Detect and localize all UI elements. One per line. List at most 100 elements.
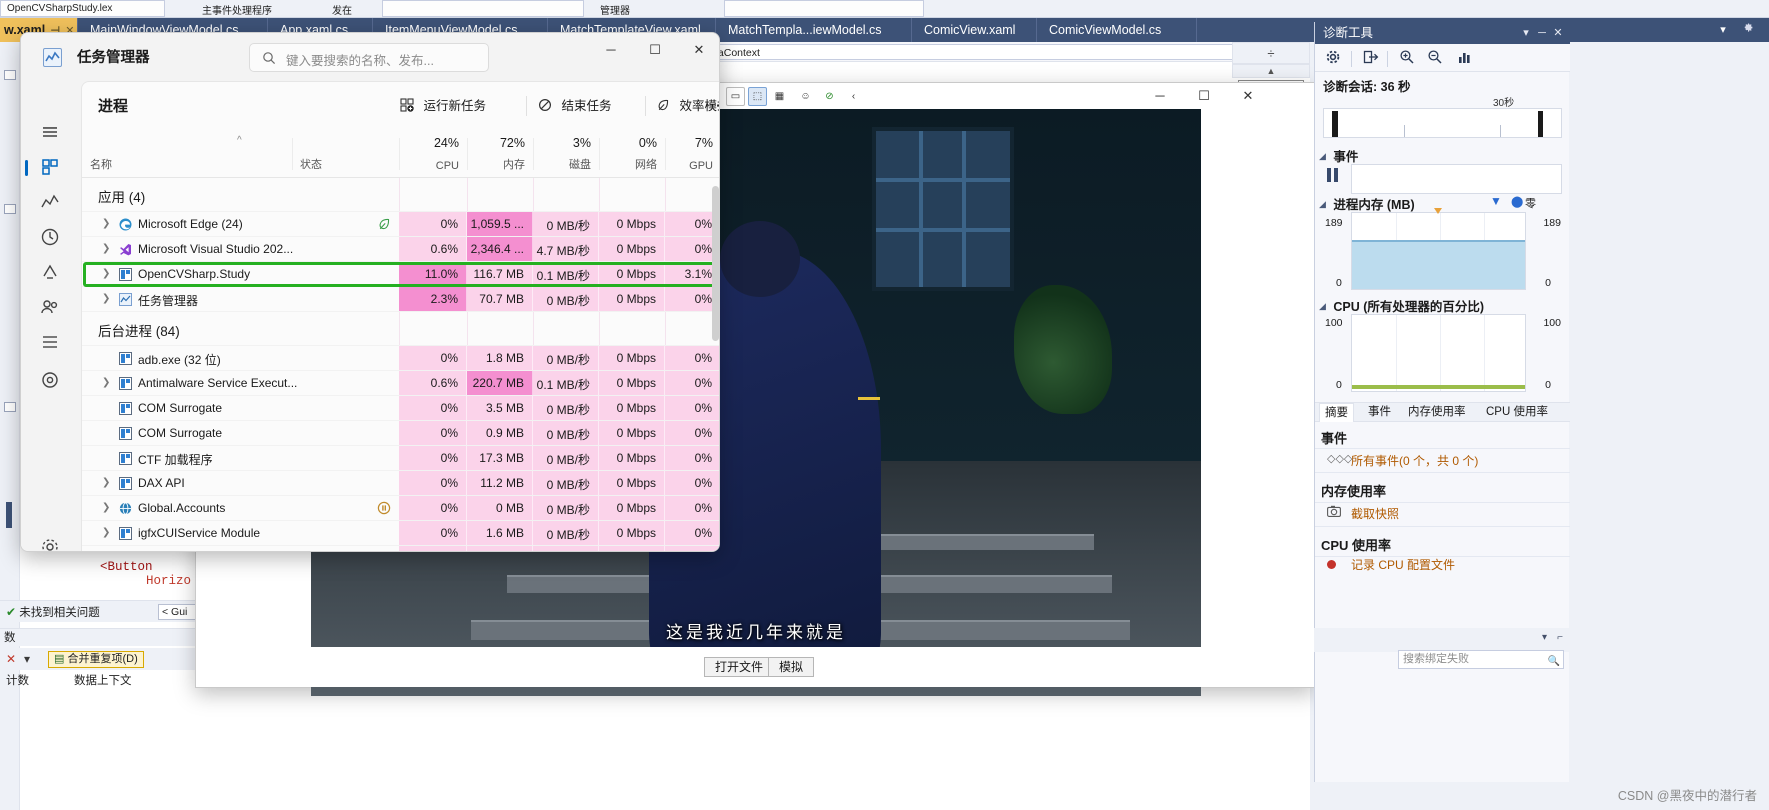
chevron-right-icon[interactable]: ❯ — [102, 293, 110, 304]
crop-icon[interactable]: ⬚ — [748, 87, 767, 106]
memory-usage-chart[interactable] — [1351, 212, 1526, 290]
comic-maximize-button[interactable]: ☐ — [1182, 83, 1226, 109]
binding-failure-search-input[interactable]: 搜索绑定失败 🔍 — [1398, 650, 1564, 669]
toolbar-chip-combo2[interactable] — [724, 0, 924, 17]
simulate-button[interactable]: 模拟 — [768, 657, 815, 677]
table-row[interactable]: COM Surrogate 0% 0.9 MB 0 MB/秒 0 Mbps 0% — [82, 421, 719, 446]
process-table-body[interactable]: 应用 (4) ❯ Microsoft Edge (24) 0% 1,059.5 ... 0… — [82, 178, 719, 551]
table-row[interactable]: ❯ igfxCUIService Module 0% 1.6 MB 0 MB/秒 0 Mb… — [82, 521, 719, 546]
comic-minimize-button[interactable]: ─ — [1138, 83, 1182, 109]
process-group-row[interactable]: 后台进程 (84) — [82, 312, 719, 346]
tab-overflow-chevron-down-icon[interactable]: ▾ — [1713, 18, 1733, 42]
toolbar-chip-2[interactable]: 发在 — [326, 0, 370, 17]
section-events[interactable]: ◢ 事件 — [1319, 146, 1358, 165]
hamburger-icon[interactable] — [39, 121, 63, 145]
diag-dropdown-icon[interactable]: ▾ — [1518, 22, 1534, 44]
back-icon[interactable]: ‹ — [844, 87, 863, 106]
column-header-cpu[interactable]: 24% CPU — [399, 130, 467, 177]
sidebar-item-services[interactable] — [39, 369, 63, 393]
task-manager-minimize-button[interactable]: ─ — [589, 33, 633, 67]
chevron-right-icon[interactable]: ❯ — [102, 477, 110, 488]
table-row[interactable]: ❯ Microsoft Visual Studio 202... 0.6% 2,346… — [82, 237, 719, 262]
diag-close-icon[interactable]: ✕ — [1550, 22, 1566, 44]
xaml-code-snippet[interactable]: <Button Horizo — [100, 560, 191, 588]
table-row[interactable]: COM Surrogate 0% 3.5 MB 0 MB/秒 0 Mbps 0% — [82, 396, 719, 421]
column-header-status[interactable]: 状态 — [292, 130, 399, 177]
toolbar-chip-3[interactable]: 管理器 — [594, 0, 714, 17]
cpu-usage-chart[interactable] — [1351, 314, 1526, 392]
column-header-disk[interactable]: 3% 磁盘 — [533, 130, 599, 177]
toolbar-chip-combo[interactable] — [382, 0, 584, 17]
events-track[interactable] — [1351, 164, 1562, 194]
panel-dropdown-icon[interactable]: ▾ — [1542, 632, 1547, 643]
sidebar-item-startup-apps[interactable] — [39, 261, 63, 285]
split-view-button[interactable]: ÷ — [1232, 42, 1310, 64]
sidebar-item-app-history[interactable] — [39, 226, 63, 250]
editor-tab-7[interactable]: ComicViewModel.cs — [1037, 18, 1197, 42]
table-row[interactable]: adb.exe (32 位) 0% 1.8 MB 0 MB/秒 0 Mbps 0% — [82, 346, 719, 371]
datacontext-combo[interactable]: taContext ▼ — [710, 44, 1252, 60]
process-group-row[interactable]: 应用 (4) — [82, 178, 719, 212]
gear-icon[interactable] — [1737, 18, 1757, 42]
table-row[interactable]: ❯ Global.Accounts 0% 0 MB 0 MB/秒 0 Mbps 0% — [82, 496, 719, 521]
chevron-right-icon[interactable]: ❯ — [102, 527, 110, 538]
tab-summary[interactable]: 摘要 — [1319, 403, 1354, 422]
search-icon[interactable]: 🔍 — [1548, 653, 1560, 670]
take-snapshot-link[interactable]: 截取快照 — [1351, 505, 1399, 522]
section-process-memory[interactable]: ◢ 进程内存 (MB) — [1319, 194, 1415, 213]
section-cpu[interactable]: ◢ CPU (所有处理器的百分比) — [1319, 296, 1484, 315]
snapshot-icon[interactable]: 零 — [1525, 195, 1536, 211]
tab-events[interactable]: 事件 — [1363, 403, 1396, 422]
table-row[interactable]: ❯ 任务管理器 2.3% 70.7 MB 0 MB/秒 0 Mbps 0% — [82, 287, 719, 312]
column-header-network[interactable]: 0% 网络 — [599, 130, 665, 177]
column-header-memory[interactable]: 72% 内存 — [467, 130, 533, 177]
panel-pin-icon[interactable]: ⌐ — [1557, 632, 1563, 643]
chevron-right-icon[interactable]: ❯ — [102, 377, 110, 388]
toolbar-chip-1[interactable]: 主事件处理程序 — [196, 0, 318, 17]
column-header-name[interactable]: ^ 名称 — [82, 130, 292, 177]
filter-icon[interactable]: ▾ — [24, 648, 30, 670]
editor-tab-6[interactable]: ComicView.xaml — [912, 18, 1037, 42]
table-row[interactable]: CTF 加载程序 0% 17.3 MB 0 MB/秒 0 Mbps 0% — [82, 446, 719, 471]
gear-icon[interactable] — [1323, 49, 1343, 69]
person-icon[interactable]: ☺ — [796, 87, 815, 106]
ellipsis-icon[interactable]: ⋯ — [704, 94, 719, 118]
table-row[interactable]: ❯ Microsoft Edge (24) 0% 1,059.5 ... 0 MB/秒 0… — [82, 212, 719, 237]
table-row[interactable]: ❯ OpenCVSharp.Study 11.0% 116.7 MB 0.1 MB/秒 0… — [82, 262, 719, 287]
chevron-right-icon[interactable]: ❯ — [102, 218, 110, 229]
run-new-task-button[interactable]: 运行新任务 — [400, 94, 486, 118]
chart-icon[interactable] — [1455, 49, 1475, 69]
table-row[interactable]: igfxEM Module 0% 2.8 MB 0 MB/秒 0 Mbps 0% — [82, 546, 719, 551]
table-row[interactable]: ❯ DAX API 0% 11.2 MB 0 MB/秒 0 Mbps 0% — [82, 471, 719, 496]
diag-minimize-icon[interactable]: ─ — [1534, 22, 1550, 44]
column-header-gpu[interactable]: 7% GPU — [665, 130, 719, 177]
pause-icon[interactable] — [1327, 168, 1341, 182]
editor-tab-5[interactable]: MatchTempla...iewModel.cs — [716, 18, 912, 42]
comic-close-button[interactable]: ✕ — [1226, 83, 1270, 109]
close-icon[interactable]: ✕ — [6, 648, 16, 670]
grid-icon[interactable]: ▦ — [770, 87, 789, 106]
timeline-track[interactable] — [1323, 108, 1562, 138]
chevron-right-icon[interactable]: ❯ — [102, 268, 110, 279]
task-manager-close-button[interactable]: ✕ — [677, 33, 719, 67]
open-file-button[interactable]: 打开文件 — [704, 657, 775, 677]
tab-cpu-usage[interactable]: CPU 使用率 — [1481, 403, 1553, 422]
table-row[interactable]: ❯ Antimalware Service Execut... 0.6% 220.7 … — [82, 371, 719, 396]
toolbar-chip-0[interactable]: OpenCVSharpStudy.lex — [0, 0, 165, 17]
chevron-right-icon[interactable]: ❯ — [102, 502, 110, 513]
sidebar-item-processes[interactable] — [25, 156, 63, 180]
sidebar-item-details[interactable] — [39, 331, 63, 355]
sidebar-item-settings[interactable] — [39, 536, 63, 551]
tab-memory-usage[interactable]: 内存使用率 — [1403, 403, 1471, 422]
process-list-scrollbar[interactable] — [712, 186, 719, 341]
task-manager-maximize-button[interactable]: ☐ — [633, 33, 677, 67]
record-cpu-profile-link[interactable]: 记录 CPU 配置文件 — [1351, 556, 1455, 573]
zoom-in-icon[interactable] — [1397, 49, 1417, 69]
rect-icon[interactable]: ▭ — [726, 87, 745, 106]
all-events-link[interactable]: 所有事件(0 个，共 0 个) — [1351, 452, 1478, 469]
chevron-right-icon[interactable]: ❯ — [102, 243, 110, 254]
search-input[interactable]: 键入要搜索的名称、发布... — [249, 43, 489, 72]
end-task-button[interactable]: 结束任务 — [538, 94, 612, 118]
sidebar-item-users[interactable] — [39, 296, 63, 320]
down-triangle-icon[interactable]: ▼ — [1490, 194, 1502, 208]
